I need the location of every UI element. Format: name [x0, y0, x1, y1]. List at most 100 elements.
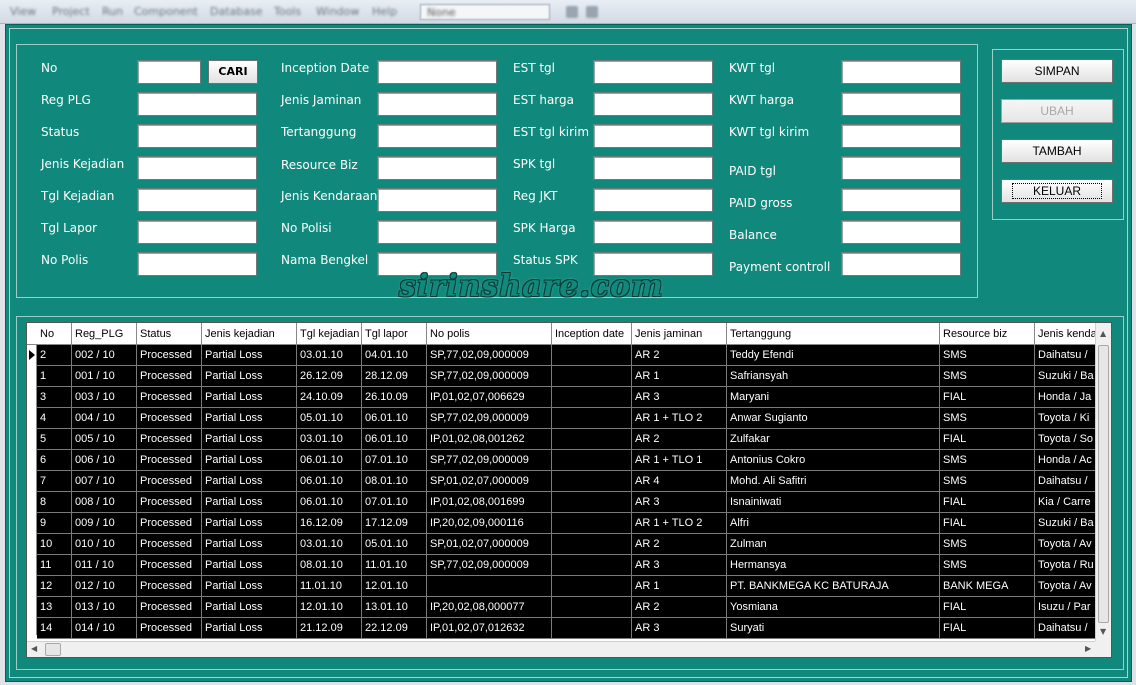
paid-gross-field[interactable] — [841, 188, 961, 212]
spk-tgl-field[interactable] — [593, 156, 713, 180]
table-cell[interactable]: 9 — [37, 513, 72, 533]
column-header-jenis-jaminan[interactable]: Jenis jaminan — [632, 323, 727, 345]
table-cell[interactable]: 03.01.10 — [297, 345, 362, 365]
table-cell[interactable]: 03.01.10 — [297, 534, 362, 554]
table-cell[interactable]: SP,77,02,09,000009 — [427, 408, 552, 428]
table-cell[interactable]: SP,77,02,09,000009 — [427, 450, 552, 470]
table-cell[interactable]: 009 / 10 — [72, 513, 137, 533]
table-cell[interactable]: Hermansya — [727, 555, 940, 575]
table-cell[interactable] — [552, 555, 632, 575]
table-cell[interactable]: 010 / 10 — [72, 534, 137, 554]
table-cell[interactable]: Partial Loss — [202, 429, 297, 449]
table-cell[interactable]: 17.12.09 — [362, 513, 427, 533]
table-cell[interactable]: Partial Loss — [202, 618, 297, 638]
kwt-tgl-kirim-field[interactable] — [841, 124, 961, 148]
toolbar-zoom-icon[interactable] — [586, 6, 598, 18]
scroll-right-icon[interactable]: ▶ — [1085, 644, 1091, 654]
table-cell[interactable]: 12 — [37, 576, 72, 596]
scroll-up-icon[interactable]: ▲ — [1100, 329, 1106, 339]
table-cell[interactable]: 04.01.10 — [362, 345, 427, 365]
menu-help[interactable]: Help — [372, 5, 397, 18]
table-cell[interactable]: Isuzu / Par — [1035, 597, 1097, 617]
table-cell[interactable]: AR 1 + TLO 2 — [632, 408, 727, 428]
table-cell[interactable]: SP,77,02,09,000009 — [427, 345, 552, 365]
kwt-tgl-field[interactable] — [841, 60, 961, 84]
jenis-jaminan-field[interactable] — [377, 92, 497, 116]
table-cell[interactable] — [427, 576, 552, 596]
table-cell[interactable] — [552, 387, 632, 407]
table-cell[interactable] — [552, 492, 632, 512]
table-cell[interactable]: AR 1 + TLO 2 — [632, 513, 727, 533]
column-header-jenis-kejadian[interactable]: Jenis kejadian — [202, 323, 297, 345]
horizontal-scrollbar[interactable]: ◀ ▶ — [27, 641, 1097, 657]
table-cell[interactable]: Toyota / Ru — [1035, 555, 1097, 575]
table-cell[interactable] — [552, 534, 632, 554]
table-cell[interactable]: Zulman — [727, 534, 940, 554]
table-cell[interactable]: SP,77,02,09,000009 — [427, 366, 552, 386]
table-cell[interactable]: 06.01.10 — [362, 408, 427, 428]
column-header-reg-plg[interactable]: Reg_PLG — [72, 323, 137, 345]
table-cell[interactable] — [552, 618, 632, 638]
table-cell[interactable]: Processed — [137, 387, 202, 407]
table-cell[interactable]: Honda / Ja — [1035, 387, 1097, 407]
table-cell[interactable]: AR 4 — [632, 471, 727, 491]
table-cell[interactable]: 05.01.10 — [362, 534, 427, 554]
table-cell[interactable]: 07.01.10 — [362, 450, 427, 470]
column-header-jenis-kenda[interactable]: Jenis kenda — [1035, 323, 1097, 345]
table-cell[interactable]: 5 — [37, 429, 72, 449]
table-row[interactable]: 2 002 / 10 Processed Partial Loss 03.01.10 04… — [37, 345, 1097, 366]
table-cell[interactable]: Yosmiana — [727, 597, 940, 617]
table-cell[interactable]: FIAL — [940, 513, 1035, 533]
est-harga-field[interactable] — [593, 92, 713, 116]
table-cell[interactable]: IP,01,02,07,006629 — [427, 387, 552, 407]
table-cell[interactable]: 11.01.10 — [297, 576, 362, 596]
column-header-no[interactable]: No — [37, 323, 72, 345]
table-cell[interactable]: Toyota / Av — [1035, 534, 1097, 554]
table-cell[interactable]: Toyota / Av — [1035, 576, 1097, 596]
table-row[interactable]: 13 013 / 10 Processed Partial Loss 12.01.10 1… — [37, 597, 1097, 618]
column-header-tertanggung[interactable]: Tertanggung — [727, 323, 940, 345]
table-cell[interactable]: IP,01,02,08,001262 — [427, 429, 552, 449]
table-cell[interactable]: 28.12.09 — [362, 366, 427, 386]
table-cell[interactable] — [552, 513, 632, 533]
table-cell[interactable]: Suzuki / Ba — [1035, 513, 1097, 533]
tertanggung-field[interactable] — [377, 124, 497, 148]
table-cell[interactable]: Isnainiwati — [727, 492, 940, 512]
table-cell[interactable]: Processed — [137, 597, 202, 617]
tgl-lapor-field[interactable] — [137, 220, 257, 244]
claims-grid[interactable]: No Reg_PLG Status Jenis kejadian Tgl kejadia… — [26, 322, 1112, 658]
table-cell[interactable]: Suzuki / Ba — [1035, 366, 1097, 386]
no-polisi-field[interactable] — [377, 220, 497, 244]
table-cell[interactable]: Daihatsu / — [1035, 618, 1097, 638]
no-polis-field[interactable] — [137, 252, 257, 276]
table-cell[interactable]: SMS — [940, 534, 1035, 554]
table-cell[interactable]: 003 / 10 — [72, 387, 137, 407]
table-cell[interactable]: SMS — [940, 345, 1035, 365]
table-cell[interactable]: Kia / Carre — [1035, 492, 1097, 512]
table-cell[interactable]: 13.01.10 — [362, 597, 427, 617]
table-cell[interactable]: 24.10.09 — [297, 387, 362, 407]
table-cell[interactable] — [552, 450, 632, 470]
table-cell[interactable]: 06.01.10 — [362, 429, 427, 449]
table-cell[interactable]: Partial Loss — [202, 492, 297, 512]
table-cell[interactable]: Partial Loss — [202, 597, 297, 617]
table-cell[interactable]: Partial Loss — [202, 471, 297, 491]
table-cell[interactable]: 03.01.10 — [297, 429, 362, 449]
keluar-button[interactable]: KELUAR — [1001, 179, 1113, 203]
table-cell[interactable]: SMS — [940, 408, 1035, 428]
table-cell[interactable]: 4 — [37, 408, 72, 428]
table-cell[interactable]: Processed — [137, 618, 202, 638]
table-cell[interactable]: Partial Loss — [202, 534, 297, 554]
table-cell[interactable]: Teddy Efendi — [727, 345, 940, 365]
table-row[interactable]: 14 014 / 10 Processed Partial Loss 21.12.09 2… — [37, 618, 1097, 639]
table-cell[interactable]: Processed — [137, 513, 202, 533]
table-cell[interactable]: 013 / 10 — [72, 597, 137, 617]
table-row[interactable]: 9 009 / 10 Processed Partial Loss 16.12.09 17… — [37, 513, 1097, 534]
table-cell[interactable]: AR 1 — [632, 576, 727, 596]
table-row[interactable]: 5 005 / 10 Processed Partial Loss 03.01.10 06… — [37, 429, 1097, 450]
vertical-scrollbar[interactable]: ▲ ▼ — [1095, 323, 1111, 641]
table-cell[interactable]: Partial Loss — [202, 555, 297, 575]
table-cell[interactable]: Partial Loss — [202, 366, 297, 386]
horizontal-scroll-thumb[interactable] — [45, 643, 61, 656]
ubah-button[interactable]: UBAH — [1001, 99, 1113, 123]
